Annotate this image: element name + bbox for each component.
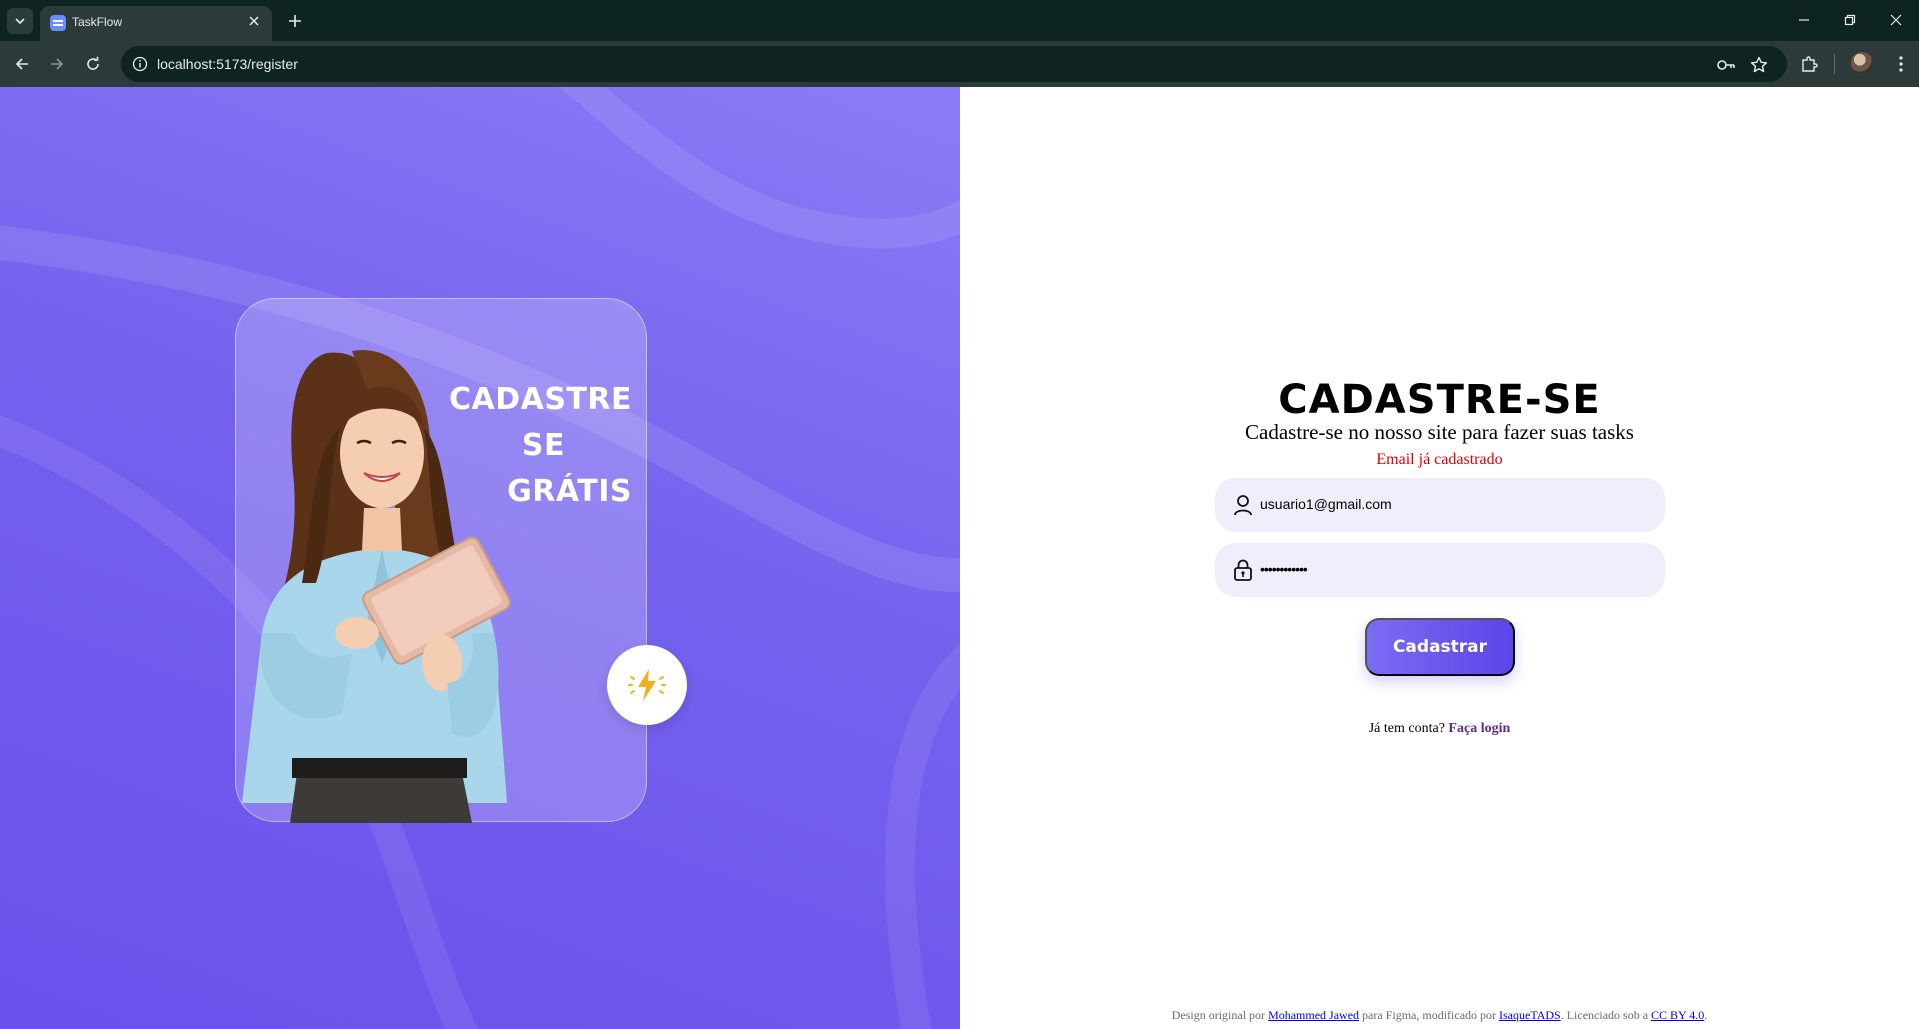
plus-icon (289, 15, 301, 27)
footer-middle: para Figma, modificado por (1362, 1008, 1497, 1022)
new-tab-button[interactable] (283, 9, 307, 33)
toolbar-separator (1834, 54, 1835, 74)
login-prompt-text: Já tem conta? (1368, 721, 1445, 736)
register-page: CADASTRE SE GRÁTIS CADASTRE-SE Cadastre-… (0, 87, 1919, 1029)
window-close-button[interactable] (1873, 0, 1919, 40)
footer-prefix: Design original por (1171, 1008, 1266, 1022)
address-bar[interactable]: localhost:5173/register (121, 46, 1787, 82)
site-info-icon[interactable] (131, 55, 149, 73)
login-link[interactable]: Faça login (1448, 721, 1510, 736)
page-title: CADASTRE-SE (1278, 377, 1601, 423)
register-button[interactable]: Cadastrar (1365, 618, 1515, 676)
extensions-button[interactable] (1797, 52, 1821, 76)
tab-close-button[interactable] (245, 12, 263, 30)
lightning-icon (628, 669, 666, 701)
arrow-right-icon (51, 58, 64, 70)
author-link[interactable]: Mohammed Jawed (1268, 1008, 1359, 1022)
page-subtitle: Cadastre-se no nosso site para fazer sua… (1245, 420, 1634, 444)
email-field[interactable]: usuario1@gmail.com (1215, 478, 1665, 532)
footer-license-prefix: . Licenciado sob a (1560, 1008, 1649, 1022)
footer-credits: Design original por Mohammed Jawed para … (960, 1008, 1919, 1023)
close-icon (249, 16, 259, 26)
reload-icon (87, 56, 99, 70)
illustration-panel: CADASTRE SE GRÁTIS (0, 87, 960, 1029)
password-key-icon[interactable] (1715, 54, 1737, 76)
lock-icon (1231, 558, 1255, 582)
url-text: localhost:5173/register (157, 56, 298, 72)
more-vertical-icon (1899, 56, 1903, 72)
browser-toolbar: localhost:5173/register (0, 41, 1919, 87)
tab-search-button[interactable] (7, 8, 33, 34)
license-link[interactable]: CC BY 4.0 (1651, 1008, 1704, 1022)
password-value: •••••••••••• (1260, 561, 1308, 577)
login-prompt: Já tem conta? Faça login (960, 721, 1919, 737)
email-value: usuario1@gmail.com (1260, 496, 1392, 512)
browser-tab[interactable]: TaskFlow (40, 6, 272, 41)
forward-button[interactable] (43, 50, 71, 78)
back-button[interactable] (8, 50, 36, 78)
restore-icon (1844, 14, 1856, 26)
browser-tabstrip: TaskFlow (0, 0, 1919, 41)
bookmark-star-icon[interactable] (1748, 54, 1770, 76)
close-icon (1890, 14, 1902, 26)
lightning-badge (607, 645, 687, 725)
tab-favicon-icon (50, 15, 66, 31)
modifier-link[interactable]: IsaqueTADS (1499, 1008, 1561, 1022)
minimize-icon (1799, 19, 1809, 21)
profile-avatar[interactable] (1851, 52, 1873, 74)
reload-button[interactable] (79, 50, 107, 78)
browser-menu-button[interactable] (1889, 52, 1913, 76)
restore-button[interactable] (1827, 0, 1873, 40)
user-icon (1231, 493, 1255, 517)
puzzle-icon (1802, 56, 1818, 72)
arrow-left-icon (15, 58, 28, 70)
minimize-button[interactable] (1781, 0, 1827, 40)
password-field[interactable]: •••••••••••• (1215, 543, 1665, 597)
woman-with-tablet-illustration (242, 350, 511, 823)
footer-suffix: . (1704, 1008, 1708, 1022)
form-panel: CADASTRE-SE Cadastre-se no nosso site pa… (960, 87, 1919, 1029)
error-message: Email já cadastrado (1376, 451, 1503, 468)
chevron-down-icon (15, 18, 25, 25)
tab-title: TaskFlow (72, 15, 123, 29)
